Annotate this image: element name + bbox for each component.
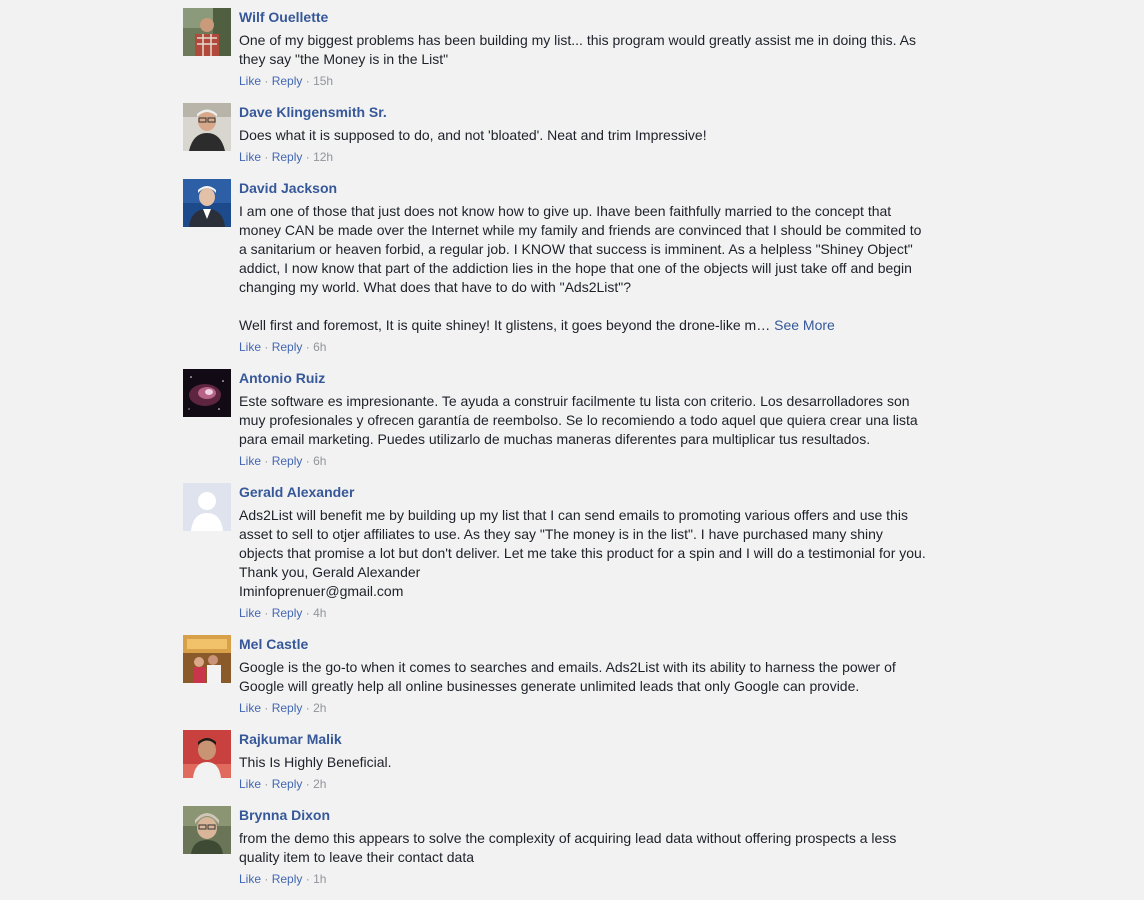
- like-link[interactable]: Like: [239, 74, 261, 88]
- separator: ·: [264, 777, 269, 791]
- like-link[interactable]: Like: [239, 606, 261, 620]
- avatar-photo-icon: [183, 8, 231, 56]
- avatar[interactable]: [183, 369, 231, 417]
- like-link[interactable]: Like: [239, 701, 261, 715]
- comment-body: Antonio Ruiz Este software es impresiona…: [239, 369, 939, 469]
- comment-author[interactable]: Rajkumar Malik: [239, 730, 939, 748]
- avatar-photo-icon: [183, 806, 231, 854]
- comment-body: Mel Castle Google is the go-to when it c…: [239, 635, 939, 716]
- comment-body: Gerald Alexander Ads2List will benefit m…: [239, 483, 939, 621]
- reply-link[interactable]: Reply: [272, 606, 303, 620]
- comment-body: Dave Klingensmith Sr. Does what it is su…: [239, 103, 939, 165]
- avatar-photo-icon: [183, 635, 231, 683]
- avatar-photo-icon: [183, 103, 231, 151]
- comment-author[interactable]: Dave Klingensmith Sr.: [239, 103, 939, 121]
- comment-actions: Like · Reply · 6h: [239, 453, 939, 469]
- comment-text: Este software es impresionante. Te ayuda…: [239, 393, 918, 447]
- separator: ·: [264, 340, 269, 354]
- avatar[interactable]: [183, 730, 231, 778]
- like-link[interactable]: Like: [239, 777, 261, 791]
- comment-timestamp[interactable]: 2h: [313, 701, 326, 715]
- comment-body: David Jackson I am one of those that jus…: [239, 179, 939, 355]
- avatar-photo-icon: [183, 179, 231, 227]
- avatar-photo-icon: [183, 369, 231, 417]
- comment-text: Ads2List will benefit me by building up …: [239, 507, 926, 599]
- separator: ·: [305, 777, 310, 791]
- comment-author[interactable]: Gerald Alexander: [239, 483, 939, 501]
- separator: ·: [264, 454, 269, 468]
- comment-timestamp[interactable]: 2h: [313, 777, 326, 791]
- separator: ·: [264, 74, 269, 88]
- see-more-link[interactable]: See More: [774, 317, 835, 333]
- comment-author[interactable]: Antonio Ruiz: [239, 369, 939, 387]
- comment-text-content: I am one of those that just does not kno…: [239, 203, 922, 333]
- separator: ·: [305, 74, 310, 88]
- separator: ·: [305, 606, 310, 620]
- reply-link[interactable]: Reply: [272, 74, 303, 88]
- separator: ·: [264, 150, 269, 164]
- comment-actions: Like · Reply · 6h: [239, 339, 939, 355]
- avatar[interactable]: [183, 179, 231, 227]
- comment-timestamp[interactable]: 15h: [313, 74, 333, 88]
- avatar-photo-icon: [183, 730, 231, 778]
- comment-author[interactable]: David Jackson: [239, 179, 939, 197]
- like-link[interactable]: Like: [239, 454, 261, 468]
- comment-body: Rajkumar Malik This Is Highly Beneficial…: [239, 730, 939, 792]
- reply-link[interactable]: Reply: [272, 150, 303, 164]
- comment-body: Wilf Ouellette One of my biggest problem…: [239, 8, 939, 89]
- reply-link[interactable]: Reply: [272, 701, 303, 715]
- comment-body: Brynna Dixon from the demo this appears …: [239, 806, 939, 887]
- comment-author[interactable]: Mel Castle: [239, 635, 939, 653]
- comment-actions: Like · Reply · 15h: [239, 73, 939, 89]
- separator: ·: [305, 340, 310, 354]
- comment-actions: Like · Reply · 4h: [239, 605, 939, 621]
- reply-link[interactable]: Reply: [272, 454, 303, 468]
- comment-timestamp[interactable]: 4h: [313, 606, 326, 620]
- separator: ·: [264, 872, 269, 886]
- comment-actions: Like · Reply · 2h: [239, 700, 939, 716]
- comment-text: One of my biggest problems has been buil…: [239, 32, 916, 67]
- reply-link[interactable]: Reply: [272, 777, 303, 791]
- comment-author[interactable]: Wilf Ouellette: [239, 8, 939, 26]
- avatar[interactable]: [183, 103, 231, 151]
- avatar[interactable]: [183, 806, 231, 854]
- comment-timestamp[interactable]: 6h: [313, 454, 326, 468]
- comment-timestamp[interactable]: 12h: [313, 150, 333, 164]
- comment-text: This Is Highly Beneficial.: [239, 754, 392, 770]
- comment-author[interactable]: Brynna Dixon: [239, 806, 939, 824]
- like-link[interactable]: Like: [239, 340, 261, 354]
- separator: ·: [264, 701, 269, 715]
- separator: ·: [305, 701, 310, 715]
- avatar[interactable]: [183, 635, 231, 683]
- avatar[interactable]: [183, 483, 231, 531]
- comment-actions: Like · Reply · 1h: [239, 871, 939, 887]
- reply-link[interactable]: Reply: [272, 872, 303, 886]
- separator: ·: [305, 454, 310, 468]
- comment-actions: Like · Reply · 12h: [239, 149, 939, 165]
- reply-link[interactable]: Reply: [272, 340, 303, 354]
- separator: ·: [305, 872, 310, 886]
- separator: ·: [264, 606, 269, 620]
- like-link[interactable]: Like: [239, 872, 261, 886]
- like-link[interactable]: Like: [239, 150, 261, 164]
- default-avatar-icon: [183, 483, 231, 531]
- comment-text: Google is the go-to when it comes to sea…: [239, 659, 896, 694]
- comment-text: Does what it is supposed to do, and not …: [239, 127, 707, 143]
- comment-timestamp[interactable]: 6h: [313, 340, 326, 354]
- separator: ·: [305, 150, 310, 164]
- avatar[interactable]: [183, 8, 231, 56]
- comment-actions: Like · Reply · 2h: [239, 776, 939, 792]
- comment-timestamp[interactable]: 1h: [313, 872, 326, 886]
- comment-text: from the demo this appears to solve the …: [239, 830, 897, 865]
- comment-text: I am one of those that just does not kno…: [239, 202, 939, 335]
